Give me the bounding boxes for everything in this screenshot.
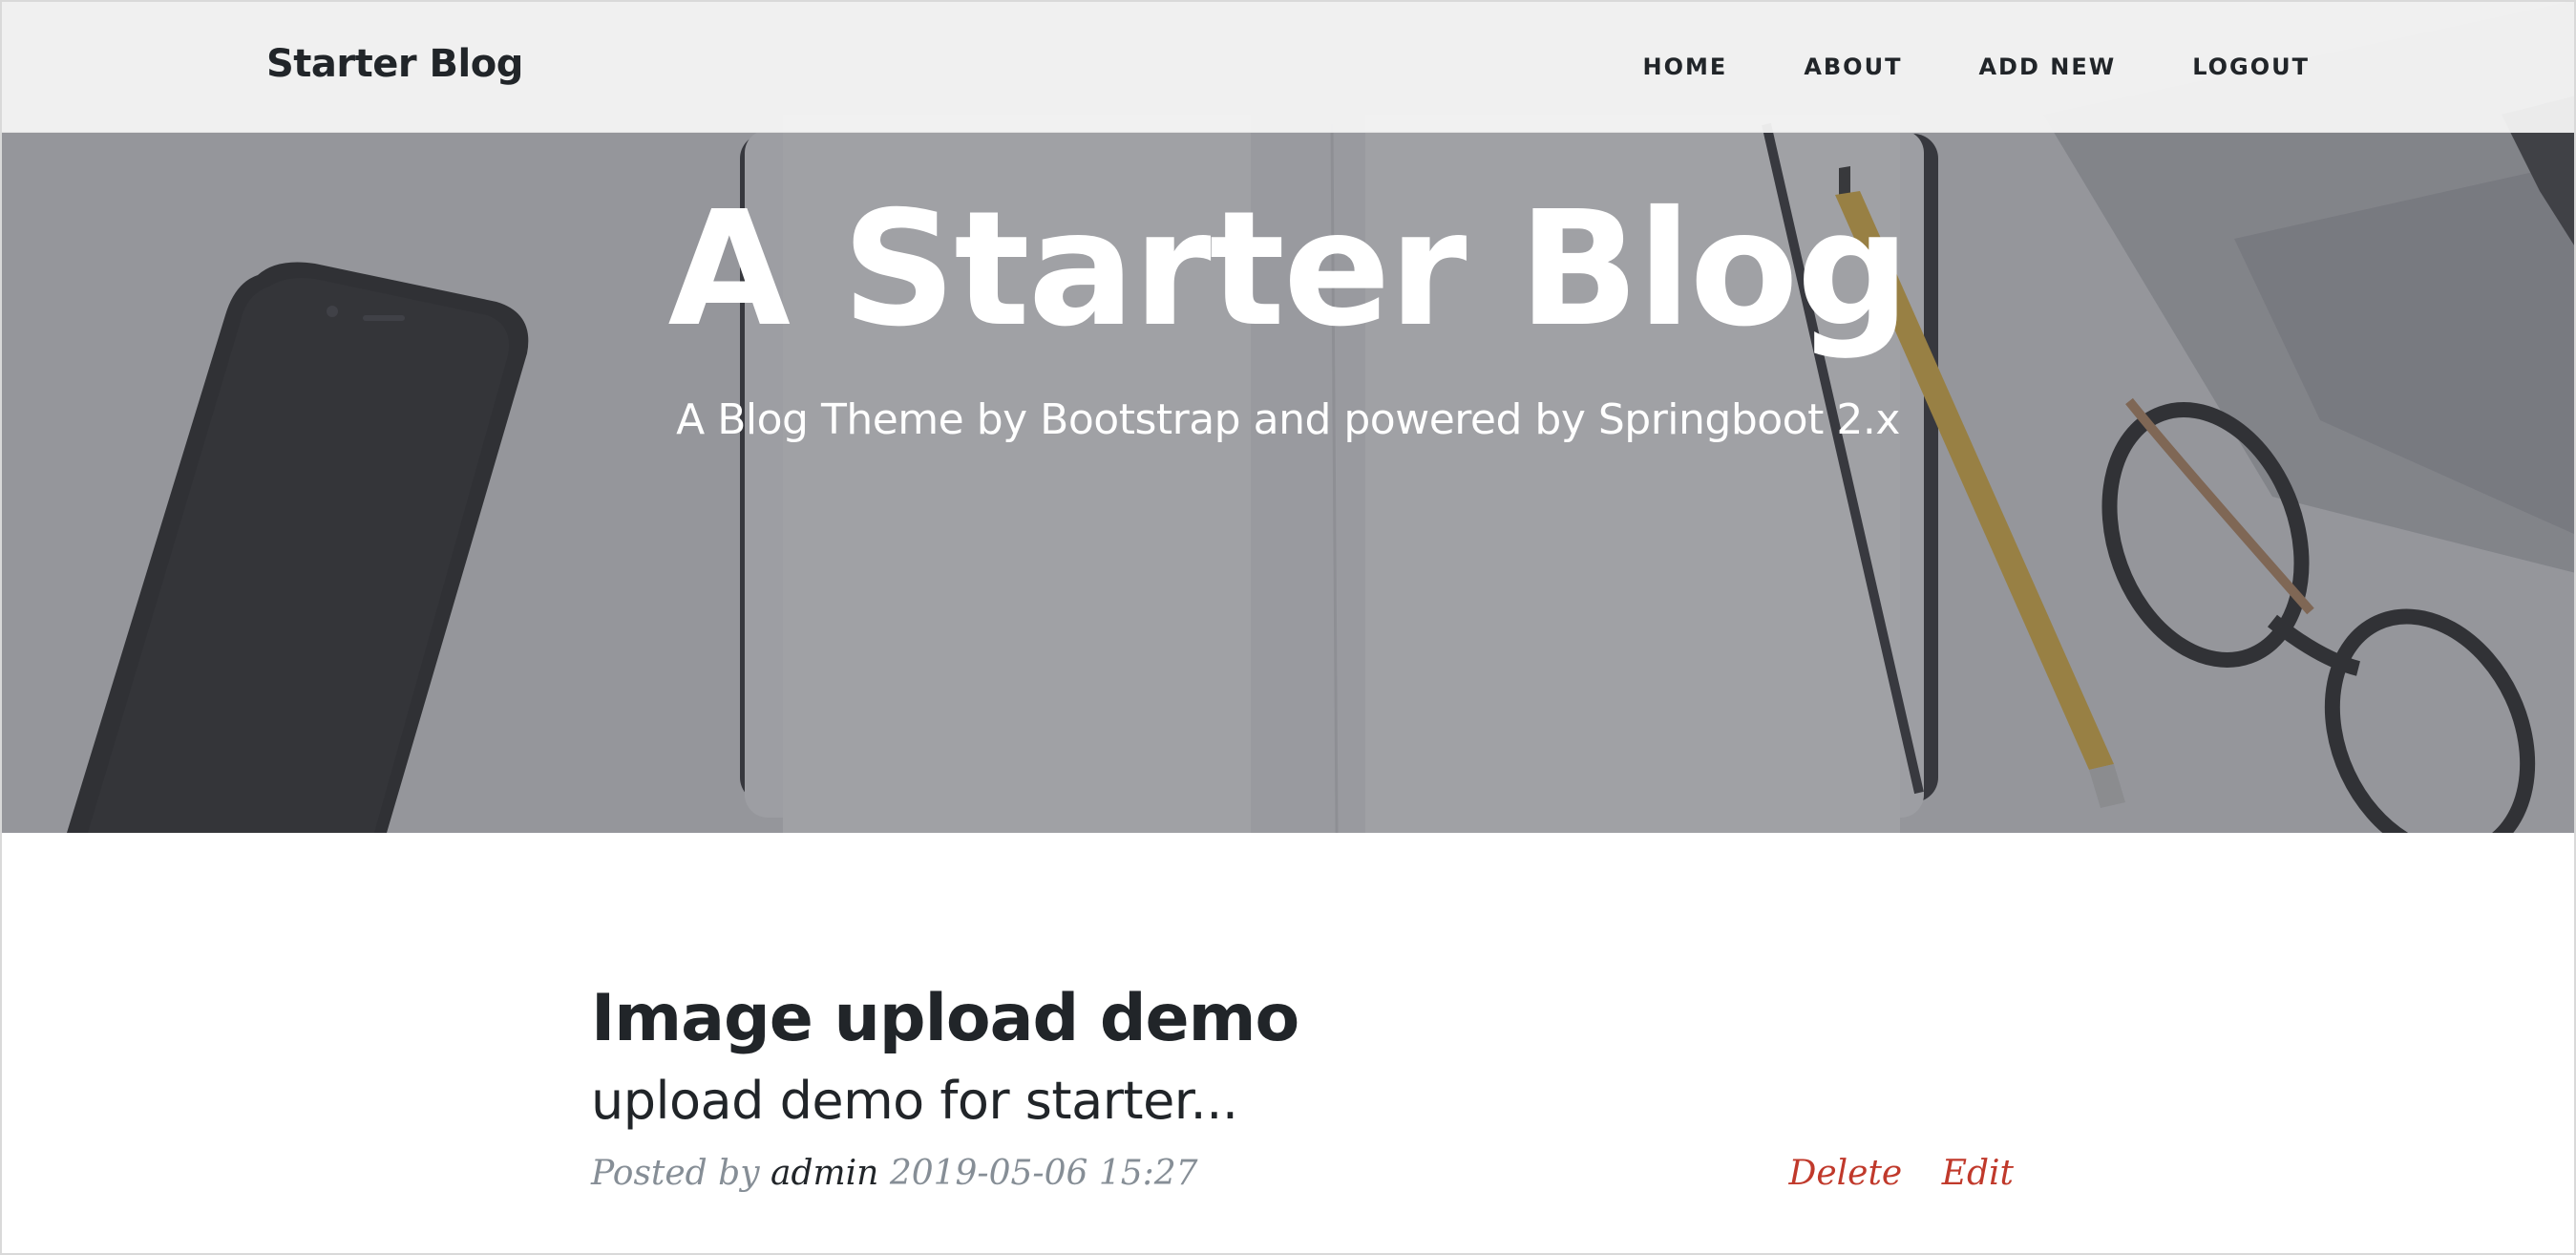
main-navbar: Starter Blog HOME ABOUT ADD NEW LOGOUT xyxy=(0,0,2576,133)
delete-post-link[interactable]: Delete xyxy=(1788,1154,1902,1193)
post-meta: Posted by admin 2019-05-06 15:27 Delete … xyxy=(591,1154,2014,1202)
edit-post-link[interactable]: Edit xyxy=(1942,1154,2014,1193)
nav-home-link[interactable]: HOME xyxy=(1643,53,1728,80)
post-actions: Delete Edit xyxy=(1760,1154,2014,1193)
nav-links: HOME ABOUT ADD NEW LOGOUT xyxy=(1567,53,2310,80)
site-heading: A Starter Blog A Blog Theme by Bootstrap… xyxy=(0,178,2576,445)
nav-add-new-link[interactable]: ADD NEW xyxy=(1978,53,2116,80)
nav-logout-link[interactable]: LOGOUT xyxy=(2192,53,2310,80)
brand-link[interactable]: Starter Blog xyxy=(266,42,523,86)
post-preview: Image upload demo upload demo for starte… xyxy=(591,983,2014,1202)
post-title[interactable]: Image upload demo xyxy=(591,983,2014,1055)
post-subtitle[interactable]: upload demo for starter... xyxy=(591,1072,2014,1129)
nav-about-link[interactable]: ABOUT xyxy=(1804,53,1902,80)
post-timestamp: 2019-05-06 15:27 xyxy=(889,1154,1198,1194)
post-meta-prefix: Posted by xyxy=(591,1154,760,1194)
hero-subtitle: A Blog Theme by Bootstrap and powered by… xyxy=(676,395,1900,444)
post-author: admin xyxy=(771,1154,879,1194)
hero-title: A Starter Blog xyxy=(667,178,1911,362)
